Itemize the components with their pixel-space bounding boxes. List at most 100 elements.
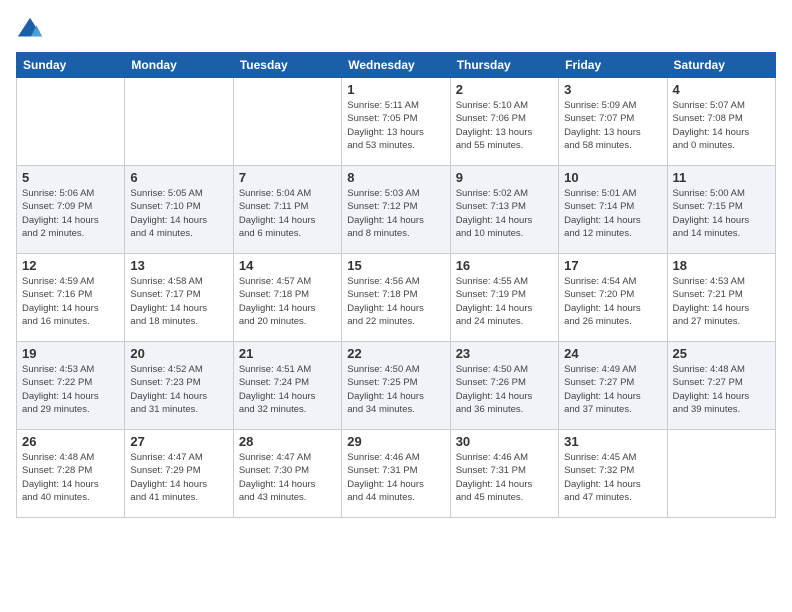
day-info: Sunrise: 4:45 AM Sunset: 7:32 PM Dayligh… (564, 451, 661, 504)
day-info: Sunrise: 5:11 AM Sunset: 7:05 PM Dayligh… (347, 99, 444, 152)
calendar-day-7: 7 Sunrise: 5:04 AM Sunset: 7:11 PM Daylig… (233, 166, 341, 254)
column-header-tuesday: Tuesday (233, 53, 341, 78)
day-number: 5 (22, 170, 119, 185)
day-number: 10 (564, 170, 661, 185)
day-info: Sunrise: 5:05 AM Sunset: 7:10 PM Dayligh… (130, 187, 227, 240)
day-number: 21 (239, 346, 336, 361)
day-number: 7 (239, 170, 336, 185)
calendar-day-3: 3 Sunrise: 5:09 AM Sunset: 7:07 PM Daylig… (559, 78, 667, 166)
day-number: 26 (22, 434, 119, 449)
day-number: 18 (673, 258, 770, 273)
calendar: SundayMondayTuesdayWednesdayThursdayFrid… (16, 52, 776, 518)
calendar-week-1: 1 Sunrise: 5:11 AM Sunset: 7:05 PM Daylig… (17, 78, 776, 166)
day-info: Sunrise: 5:09 AM Sunset: 7:07 PM Dayligh… (564, 99, 661, 152)
day-number: 19 (22, 346, 119, 361)
day-info: Sunrise: 5:03 AM Sunset: 7:12 PM Dayligh… (347, 187, 444, 240)
day-number: 3 (564, 82, 661, 97)
calendar-day-26: 26Sunrise: 4:48 AM Sunset: 7:28 PM Dayli… (17, 430, 125, 518)
calendar-day-10: 10 Sunrise: 5:01 AM Sunset: 7:14 PM Dayli… (559, 166, 667, 254)
calendar-day-31: 31 Sunrise: 4:45 AM Sunset: 7:32 PM Dayli… (559, 430, 667, 518)
day-number: 6 (130, 170, 227, 185)
column-header-sunday: Sunday (17, 53, 125, 78)
day-info: Sunrise: 4:54 AM Sunset: 7:20 PM Dayligh… (564, 275, 661, 328)
column-header-saturday: Saturday (667, 53, 775, 78)
day-info: Sunrise: 4:51 AM Sunset: 7:24 PM Dayligh… (239, 363, 336, 416)
day-info: Sunrise: 4:58 AM Sunset: 7:17 PM Dayligh… (130, 275, 227, 328)
day-info: Sunrise: 4:52 AM Sunset: 7:23 PM Dayligh… (130, 363, 227, 416)
column-header-monday: Monday (125, 53, 233, 78)
calendar-day-6: 6 Sunrise: 5:05 AM Sunset: 7:10 PM Daylig… (125, 166, 233, 254)
calendar-day-11: 11Sunrise: 5:00 AM Sunset: 7:15 PM Dayli… (667, 166, 775, 254)
day-info: Sunrise: 5:02 AM Sunset: 7:13 PM Dayligh… (456, 187, 553, 240)
calendar-day-21: 21 Sunrise: 4:51 AM Sunset: 7:24 PM Dayli… (233, 342, 341, 430)
day-number: 23 (456, 346, 553, 361)
day-number: 13 (130, 258, 227, 273)
calendar-week-2: 5 Sunrise: 5:06 AM Sunset: 7:09 PM Daylig… (17, 166, 776, 254)
day-number: 29 (347, 434, 444, 449)
empty-cell (667, 430, 775, 518)
page-header (16, 16, 776, 44)
calendar-day-22: 22Sunrise: 4:50 AM Sunset: 7:25 PM Dayli… (342, 342, 450, 430)
day-info: Sunrise: 5:01 AM Sunset: 7:14 PM Dayligh… (564, 187, 661, 240)
day-number: 31 (564, 434, 661, 449)
day-number: 25 (673, 346, 770, 361)
calendar-day-28: 28 Sunrise: 4:47 AM Sunset: 7:30 PM Dayli… (233, 430, 341, 518)
day-number: 15 (347, 258, 444, 273)
column-header-thursday: Thursday (450, 53, 558, 78)
calendar-day-24: 24 Sunrise: 4:49 AM Sunset: 7:27 PM Dayli… (559, 342, 667, 430)
logo-icon (16, 16, 44, 44)
day-info: Sunrise: 5:04 AM Sunset: 7:11 PM Dayligh… (239, 187, 336, 240)
column-header-friday: Friday (559, 53, 667, 78)
day-number: 28 (239, 434, 336, 449)
calendar-day-2: 2 Sunrise: 5:10 AM Sunset: 7:06 PM Daylig… (450, 78, 558, 166)
calendar-day-1: 1 Sunrise: 5:11 AM Sunset: 7:05 PM Daylig… (342, 78, 450, 166)
calendar-week-5: 26Sunrise: 4:48 AM Sunset: 7:28 PM Dayli… (17, 430, 776, 518)
logo (16, 16, 48, 44)
day-number: 17 (564, 258, 661, 273)
day-info: Sunrise: 4:48 AM Sunset: 7:27 PM Dayligh… (673, 363, 770, 416)
calendar-day-18: 18 Sunrise: 4:53 AM Sunset: 7:21 PM Dayli… (667, 254, 775, 342)
day-info: Sunrise: 4:47 AM Sunset: 7:30 PM Dayligh… (239, 451, 336, 504)
day-number: 2 (456, 82, 553, 97)
calendar-week-3: 12Sunrise: 4:59 AM Sunset: 7:16 PM Dayli… (17, 254, 776, 342)
day-number: 30 (456, 434, 553, 449)
calendar-day-8: 8 Sunrise: 5:03 AM Sunset: 7:12 PM Daylig… (342, 166, 450, 254)
day-info: Sunrise: 4:46 AM Sunset: 7:31 PM Dayligh… (456, 451, 553, 504)
calendar-week-4: 19 Sunrise: 4:53 AM Sunset: 7:22 PM Dayli… (17, 342, 776, 430)
calendar-day-12: 12Sunrise: 4:59 AM Sunset: 7:16 PM Dayli… (17, 254, 125, 342)
day-number: 27 (130, 434, 227, 449)
day-number: 22 (347, 346, 444, 361)
day-number: 24 (564, 346, 661, 361)
day-info: Sunrise: 4:55 AM Sunset: 7:19 PM Dayligh… (456, 275, 553, 328)
empty-cell (17, 78, 125, 166)
day-info: Sunrise: 4:56 AM Sunset: 7:18 PM Dayligh… (347, 275, 444, 328)
day-number: 14 (239, 258, 336, 273)
calendar-day-5: 5 Sunrise: 5:06 AM Sunset: 7:09 PM Daylig… (17, 166, 125, 254)
day-info: Sunrise: 5:07 AM Sunset: 7:08 PM Dayligh… (673, 99, 770, 152)
day-number: 12 (22, 258, 119, 273)
empty-cell (233, 78, 341, 166)
day-info: Sunrise: 5:06 AM Sunset: 7:09 PM Dayligh… (22, 187, 119, 240)
calendar-day-4: 4Sunrise: 5:07 AM Sunset: 7:08 PM Daylig… (667, 78, 775, 166)
calendar-day-29: 29 Sunrise: 4:46 AM Sunset: 7:31 PM Dayli… (342, 430, 450, 518)
calendar-day-23: 23 Sunrise: 4:50 AM Sunset: 7:26 PM Dayli… (450, 342, 558, 430)
day-info: Sunrise: 4:49 AM Sunset: 7:27 PM Dayligh… (564, 363, 661, 416)
day-info: Sunrise: 4:53 AM Sunset: 7:22 PM Dayligh… (22, 363, 119, 416)
calendar-day-14: 14Sunrise: 4:57 AM Sunset: 7:18 PM Dayli… (233, 254, 341, 342)
day-info: Sunrise: 4:53 AM Sunset: 7:21 PM Dayligh… (673, 275, 770, 328)
calendar-day-15: 15 Sunrise: 4:56 AM Sunset: 7:18 PM Dayli… (342, 254, 450, 342)
day-info: Sunrise: 5:10 AM Sunset: 7:06 PM Dayligh… (456, 99, 553, 152)
column-header-wednesday: Wednesday (342, 53, 450, 78)
calendar-day-9: 9Sunrise: 5:02 AM Sunset: 7:13 PM Daylig… (450, 166, 558, 254)
day-info: Sunrise: 4:50 AM Sunset: 7:26 PM Dayligh… (456, 363, 553, 416)
day-info: Sunrise: 4:46 AM Sunset: 7:31 PM Dayligh… (347, 451, 444, 504)
calendar-day-27: 27Sunrise: 4:47 AM Sunset: 7:29 PM Dayli… (125, 430, 233, 518)
calendar-day-19: 19 Sunrise: 4:53 AM Sunset: 7:22 PM Dayli… (17, 342, 125, 430)
calendar-day-16: 16Sunrise: 4:55 AM Sunset: 7:19 PM Dayli… (450, 254, 558, 342)
day-number: 1 (347, 82, 444, 97)
calendar-day-25: 25 Sunrise: 4:48 AM Sunset: 7:27 PM Dayli… (667, 342, 775, 430)
calendar-header-row: SundayMondayTuesdayWednesdayThursdayFrid… (17, 53, 776, 78)
empty-cell (125, 78, 233, 166)
calendar-day-30: 30 Sunrise: 4:46 AM Sunset: 7:31 PM Dayli… (450, 430, 558, 518)
day-number: 8 (347, 170, 444, 185)
